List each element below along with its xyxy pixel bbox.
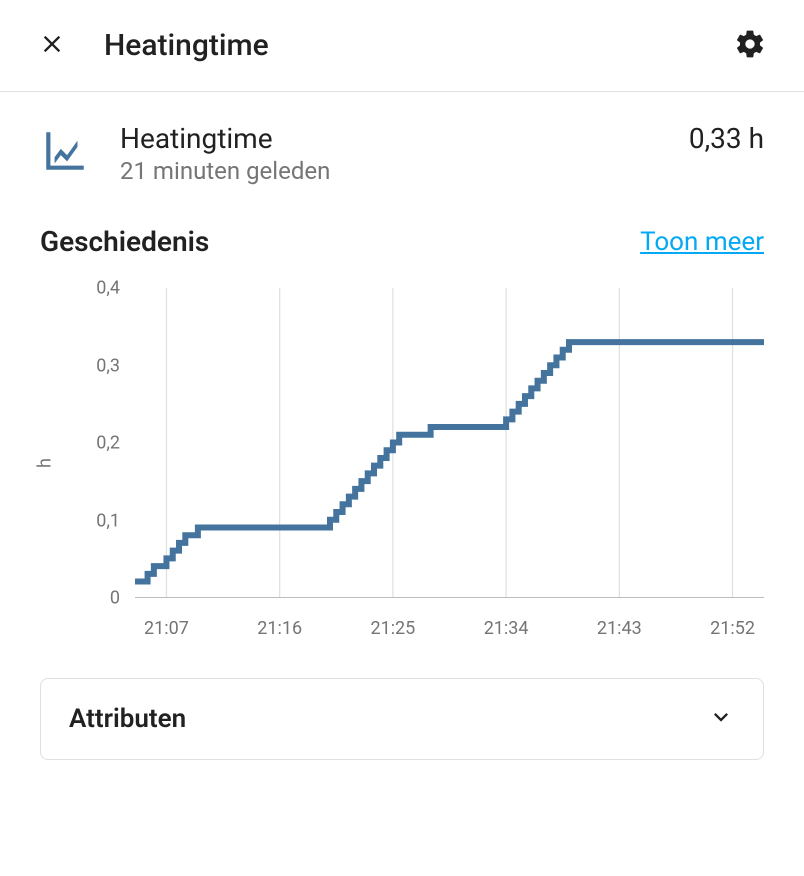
x-tick-label: 21:16 [257,618,302,639]
entity-summary: Heatingtime 21 minuten geleden 0,33 h [40,122,764,185]
plot-region [135,288,764,598]
x-ticks: 21:07 21:16 21:25 21:34 21:43 21:52 [135,608,764,648]
show-more-link[interactable]: Toon meer [640,227,764,257]
entity-value: 0,33 h [689,122,764,155]
y-tick-label: 0,1 [96,510,120,531]
entity-last-changed: 21 minuten geleden [120,157,689,185]
dialog-header: Heatingtime [0,0,804,92]
gear-icon [734,48,766,63]
entity-dialog: Heatingtime Heatingtime 21 minuten geled… [0,0,804,876]
history-header: Geschiedenis Toon meer [40,225,764,258]
attributes-expander[interactable]: Attributen [40,678,764,760]
chevron-down-icon [707,703,735,735]
y-tick-label: 0,2 [96,433,120,454]
entity-info: Heatingtime 21 minuten geleden [120,122,689,185]
y-tick-label: 0,4 [96,278,120,299]
close-icon [38,46,66,61]
y-tick-label: 0 [110,588,120,609]
chart-svg [135,288,764,597]
y-tick-label: 0,3 [96,355,120,376]
chart-inner: 00,10,20,30,4 21:0721:1621:2521:3421:432… [80,278,764,648]
y-axis-label: h [34,458,55,468]
x-tick-label: 21:25 [370,618,415,639]
y-ticks: 00,10,20,30,4 [80,278,130,598]
dialog-title: Heatingtime [104,28,726,63]
dialog-content: Heatingtime 21 minuten geleden 0,33 h Ge… [0,92,804,876]
close-button[interactable] [30,22,74,69]
x-tick-label: 21:52 [710,618,755,639]
history-chart[interactable]: h 00,10,20,30,4 21:0721:1621:2521:3421:4… [40,278,764,648]
chart-line-icon [40,126,90,176]
x-tick-label: 21:34 [484,618,529,639]
x-tick-label: 21:43 [597,618,642,639]
attributes-label: Attributen [69,704,186,734]
settings-button[interactable] [726,20,774,71]
history-title: Geschiedenis [40,225,209,258]
entity-name: Heatingtime [120,122,689,155]
x-tick-label: 21:07 [144,618,189,639]
